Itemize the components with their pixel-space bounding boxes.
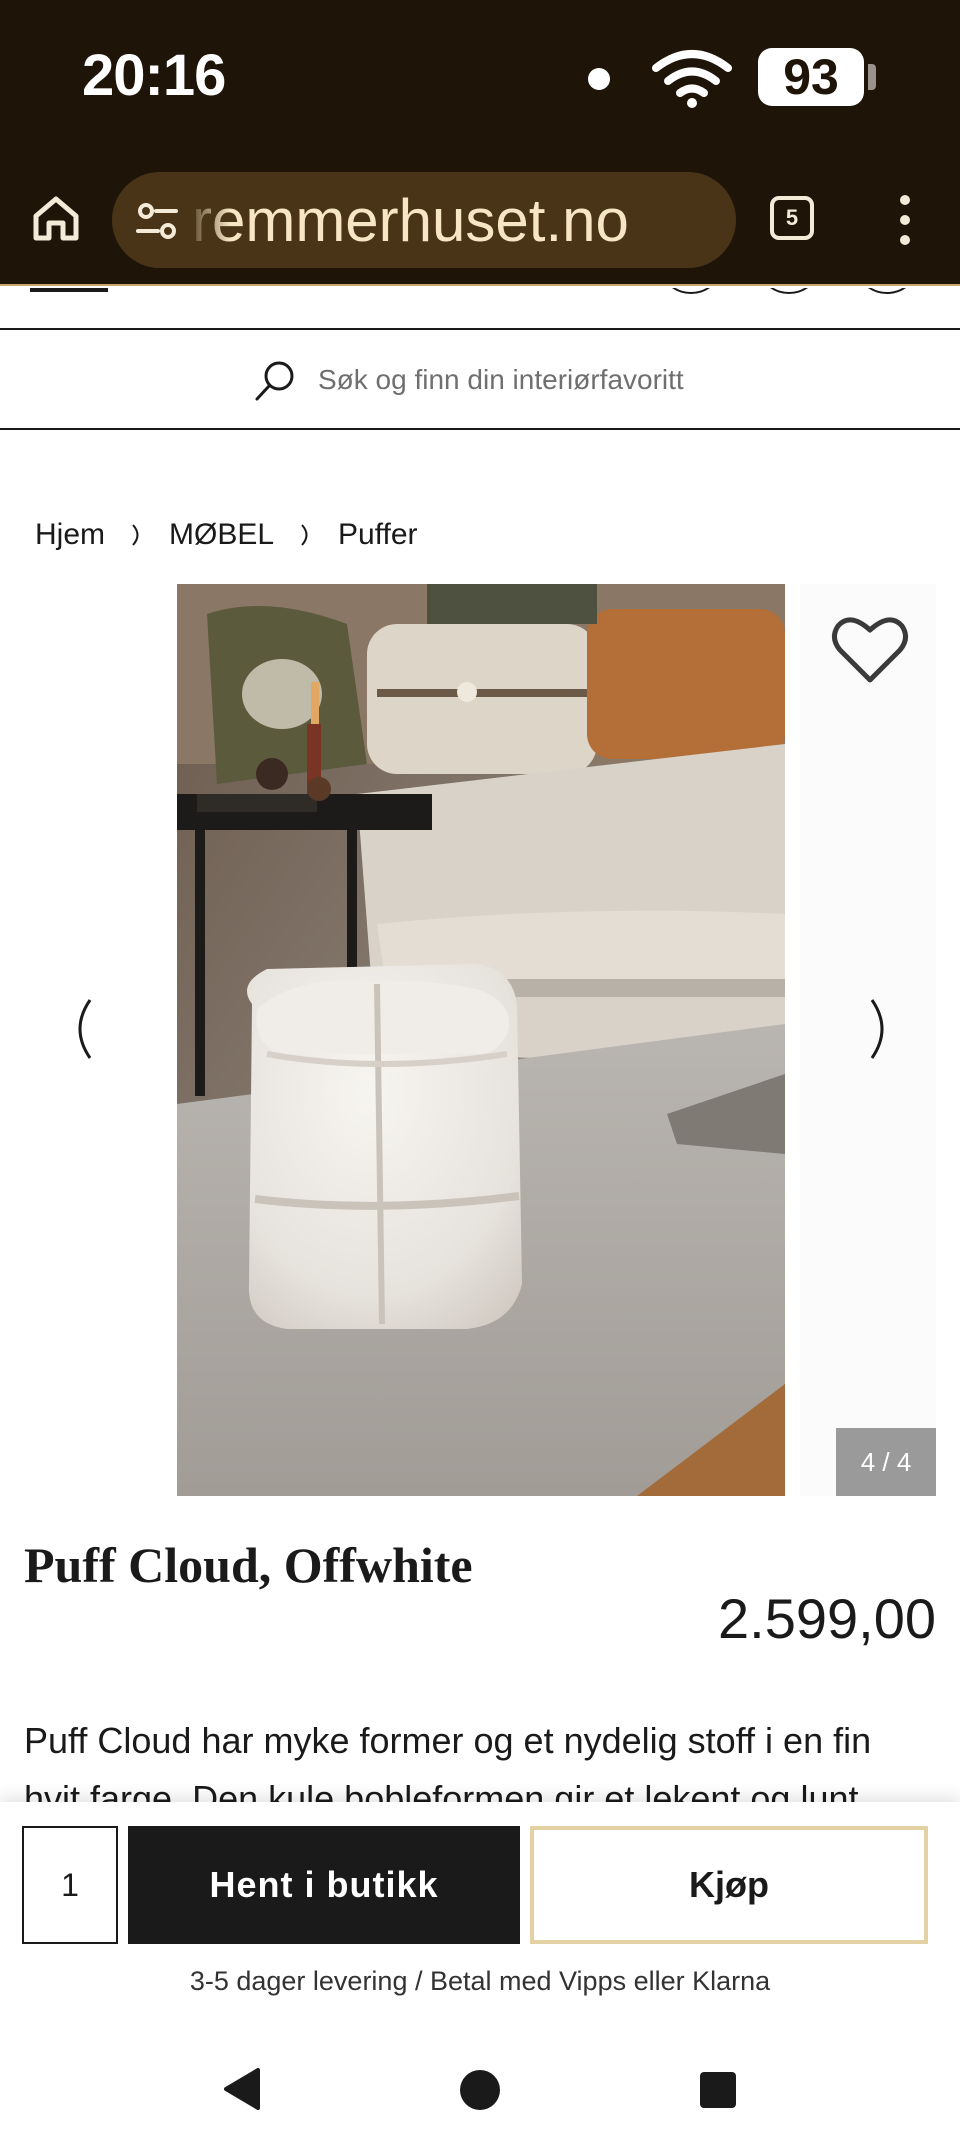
menu-icon[interactable]: [30, 288, 108, 292]
breadcrumb-item-home[interactable]: Hjem: [35, 518, 105, 552]
system-nav-bar: [0, 2042, 960, 2142]
breadcrumb-item-puffer[interactable]: Puffer: [338, 518, 418, 552]
search-icon[interactable]: [252, 358, 298, 404]
tab-count: 5: [785, 205, 799, 230]
notification-dot-icon: [588, 68, 610, 90]
wifi-icon: [652, 50, 732, 108]
buy-button[interactable]: Kjøp: [530, 1826, 928, 1944]
url-fade: [190, 172, 230, 268]
overflow-menu-icon[interactable]: [890, 192, 920, 248]
back-icon[interactable]: [222, 2066, 262, 2112]
status-bar: 20:16 93: [0, 0, 960, 160]
status-time: 20:16: [82, 43, 226, 108]
recents-icon[interactable]: [700, 2072, 736, 2108]
purchase-bar: Hent i butikk Kjøp 3-5 dager levering / …: [0, 1802, 960, 2042]
tabs-icon[interactable]: 5: [770, 196, 814, 240]
search-input[interactable]: [318, 360, 818, 400]
chevron-left-icon[interactable]: [66, 996, 96, 1062]
breadcrumb: Hjem MØBEL Puffer: [35, 518, 418, 552]
url-text: remmerhuset.no: [192, 187, 629, 254]
delivery-note: 3-5 dager levering / Betal med Vipps ell…: [189, 1966, 771, 1996]
heart-icon[interactable]: [830, 614, 910, 686]
battery-icon: 93: [758, 48, 864, 106]
product-price: 2.599,00: [718, 1587, 936, 1650]
wishlist-icon[interactable]: [756, 288, 822, 294]
chevron-right-icon[interactable]: [866, 996, 896, 1062]
browser-toolbar: remmerhuset.no 5: [0, 160, 960, 286]
chevron-right-icon: [115, 518, 159, 552]
user-icon[interactable]: [658, 288, 724, 294]
image-counter: 4 / 4: [836, 1428, 936, 1496]
cart-icon[interactable]: [854, 288, 920, 294]
product-title: Puff Cloud, Offwhite: [24, 1537, 473, 1593]
breadcrumb-item-mobel[interactable]: MØBEL: [169, 518, 274, 552]
site-header: [0, 288, 960, 330]
pickup-in-store-button[interactable]: Hent i butikk: [128, 1826, 520, 1944]
home-circle-icon[interactable]: [460, 2070, 500, 2110]
search-bar: [0, 330, 960, 430]
home-icon[interactable]: [28, 190, 84, 246]
chevron-right-icon: [284, 518, 328, 552]
product-image[interactable]: [177, 584, 785, 1496]
quantity-input[interactable]: [22, 1826, 118, 1944]
url-bar[interactable]: remmerhuset.no: [112, 172, 736, 268]
battery-level: 93: [783, 49, 839, 105]
battery-nub: [868, 64, 876, 90]
site-settings-icon[interactable]: [132, 196, 182, 246]
